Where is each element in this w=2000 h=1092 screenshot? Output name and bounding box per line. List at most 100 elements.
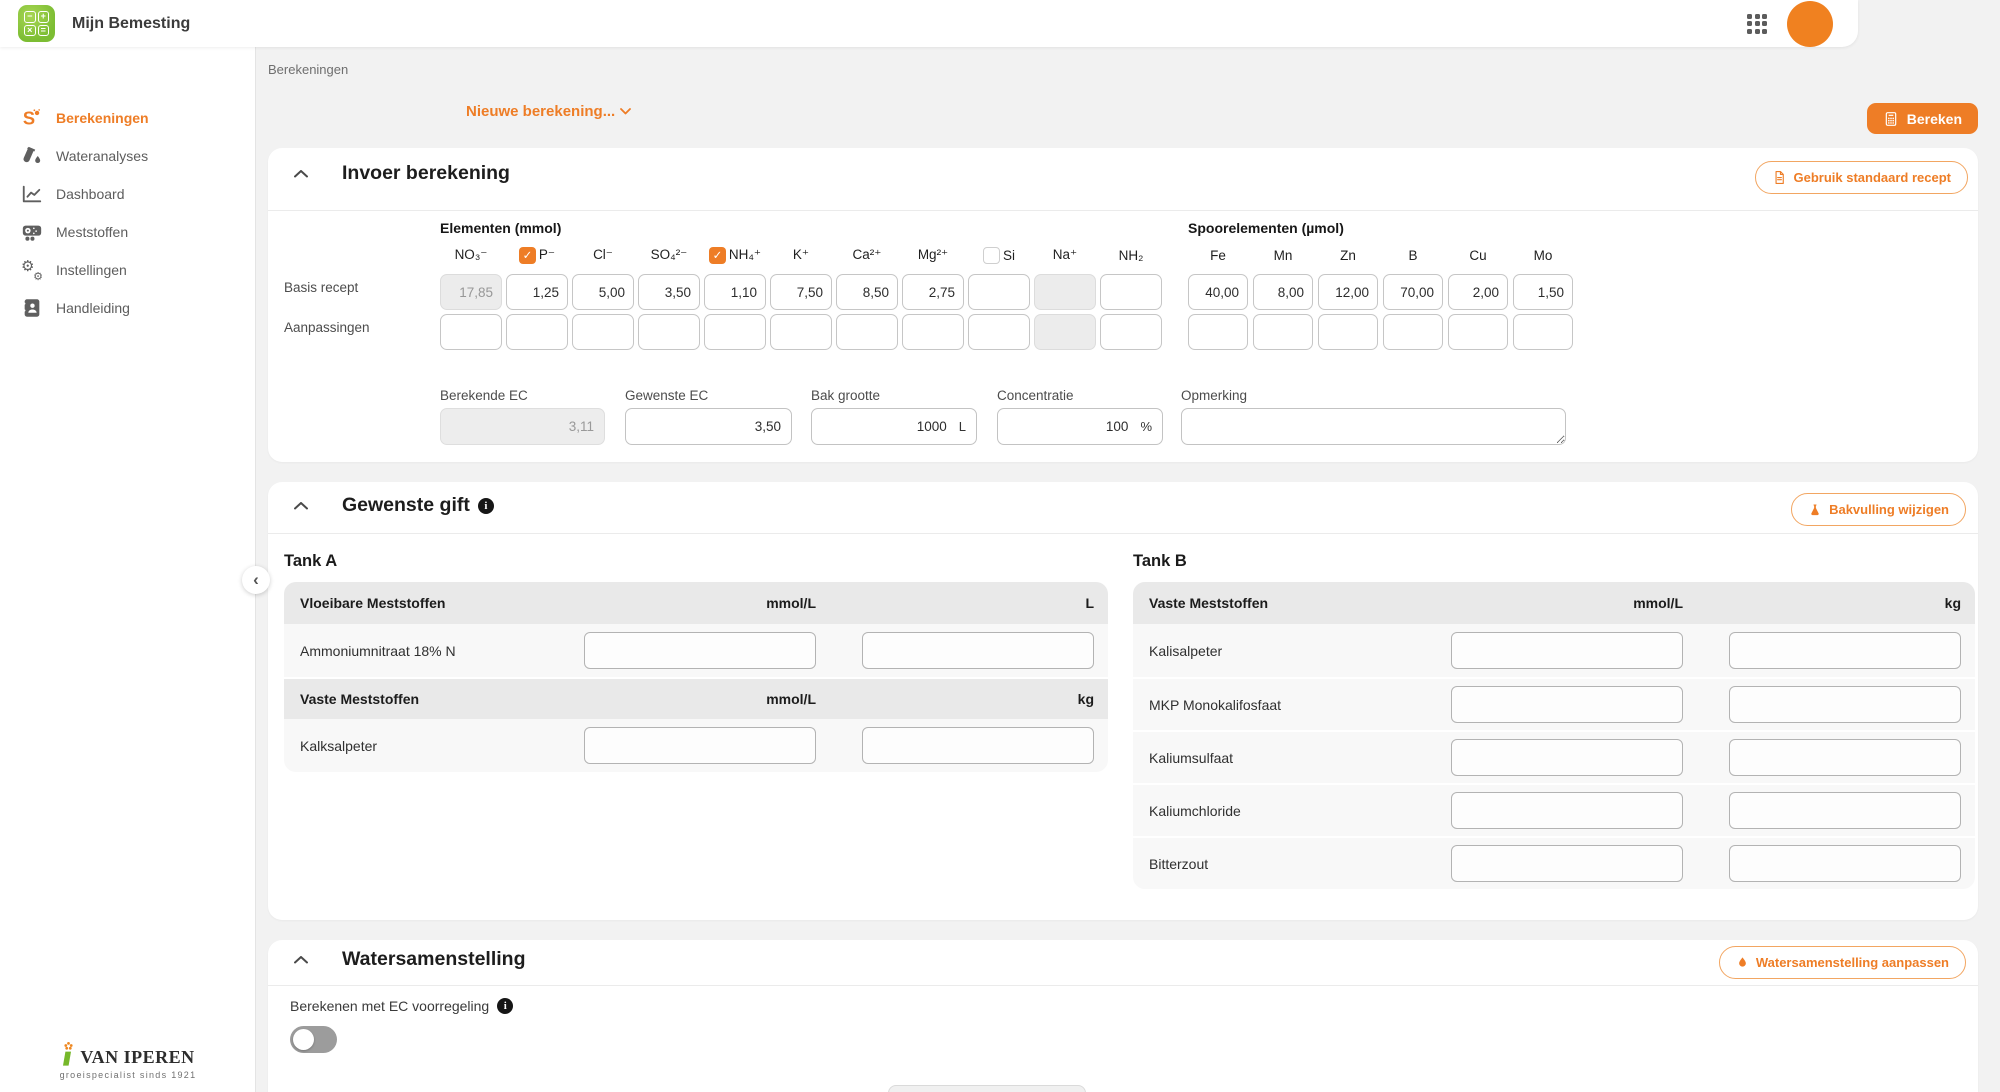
basis-trace-input[interactable] <box>1318 274 1378 310</box>
opmerking-textarea[interactable] <box>1181 408 1566 445</box>
sidebar-item-label: Wateranalyses <box>56 148 148 164</box>
aanpassingen-trace-input[interactable] <box>1448 314 1508 350</box>
collapse-gift-button[interactable] <box>294 502 308 510</box>
sidebar-item-wateranalyses[interactable]: Wateranalyses <box>0 137 255 175</box>
aanpassingen-element-input[interactable] <box>572 314 634 350</box>
sidebar-item-handleiding[interactable]: Handleiding <box>0 289 255 327</box>
aanpassingen-element-input[interactable] <box>638 314 700 350</box>
basis-recept-label: Basis recept <box>284 280 358 295</box>
element-checkbox-checked[interactable] <box>519 247 536 264</box>
basis-trace-input[interactable] <box>1448 274 1508 310</box>
fertilizer-name: Ammoniumnitraat 18% N <box>300 643 538 659</box>
collapse-water-button[interactable] <box>294 956 308 964</box>
info-icon[interactable] <box>497 998 513 1014</box>
basis-trace-input[interactable] <box>1253 274 1313 310</box>
aanpassingen-element-input[interactable] <box>704 314 766 350</box>
aanpassingen-trace-input[interactable] <box>1253 314 1313 350</box>
aanpassingen-element-input[interactable] <box>506 314 568 350</box>
aanpassingen-label: Aanpassingen <box>284 320 370 335</box>
fertilizer-mmol-input[interactable] <box>1451 792 1683 829</box>
fertilizer-amount-input[interactable] <box>862 727 1094 764</box>
calculator-icon <box>1883 111 1899 127</box>
basis-element-input[interactable] <box>506 274 568 310</box>
basis-element-input[interactable] <box>704 274 766 310</box>
basis-trace-input[interactable] <box>1513 274 1573 310</box>
info-icon[interactable] <box>478 498 494 514</box>
element-checkbox-unchecked[interactable] <box>983 247 1000 264</box>
sidebar-collapse-button[interactable] <box>242 566 270 594</box>
fertilizer-amount-input[interactable] <box>1729 686 1961 723</box>
sidebar-item-dashboard[interactable]: Dashboard <box>0 175 255 213</box>
top-header: −+×= Mijn Bemesting <box>0 0 1858 47</box>
dashboard-icon <box>20 182 44 206</box>
collapse-invoer-button[interactable] <box>294 170 308 178</box>
aanpassingen-element-input[interactable] <box>968 314 1030 350</box>
basis-trace-input[interactable] <box>1188 274 1248 310</box>
aanpassingen-trace-input[interactable] <box>1318 314 1378 350</box>
invoer-berekening-card: Invoer berekening Gebruik standaard rece… <box>268 148 1978 462</box>
basis-element-input[interactable] <box>770 274 832 310</box>
basis-element-input[interactable] <box>572 274 634 310</box>
fertilizer-amount-input[interactable] <box>1729 739 1961 776</box>
fertilizer-mmol-input[interactable] <box>1451 686 1683 723</box>
aanpassingen-trace-input[interactable] <box>1383 314 1443 350</box>
new-calculation-dropdown[interactable]: Nieuwe berekening... <box>466 103 631 120</box>
sidebar-item-label: Instellingen <box>56 262 127 278</box>
basis-element-input[interactable] <box>902 274 964 310</box>
basis-trace-input[interactable] <box>1383 274 1443 310</box>
mmol-unit-label: mmol/L <box>766 691 816 707</box>
aanpassingen-element-input[interactable] <box>1100 314 1162 350</box>
concentratie-input[interactable] <box>998 409 1138 444</box>
fertilizer-amount-input[interactable] <box>1729 632 1961 669</box>
fertilizer-mmol-input[interactable] <box>1451 845 1683 882</box>
gewenste-ec-input[interactable] <box>626 409 791 444</box>
fertilizer-mmol-input[interactable] <box>584 632 816 669</box>
calculations-icon: S <box>20 106 44 130</box>
element-checkbox-checked[interactable] <box>709 247 726 264</box>
apps-grid-icon[interactable] <box>1747 14 1767 34</box>
aanpassingen-element-input[interactable] <box>440 314 502 350</box>
use-standard-recipe-button[interactable]: Gebruik standaard recept <box>1755 161 1969 194</box>
element-label: Na⁺ <box>1053 247 1077 263</box>
fertilizer-type-label: Vaste Meststoffen <box>300 691 538 707</box>
trace-elements-group-label: Spoorelementen (µmol) <box>1188 220 1344 236</box>
basis-element-input[interactable] <box>836 274 898 310</box>
fertilizer-name: Kaliumchloride <box>1149 803 1405 819</box>
fertilizer-mmol-input[interactable] <box>584 727 816 764</box>
aanpassingen-element-input[interactable] <box>902 314 964 350</box>
water-analyses-icon <box>20 144 44 168</box>
bakvulling-wijzigen-button[interactable]: Bakvulling wijzigen <box>1791 493 1966 526</box>
trace-column-header: Cu <box>1448 244 1508 266</box>
element-column-header: NH₂ <box>1100 244 1162 266</box>
trace-label: Zn <box>1340 248 1356 263</box>
aanpassingen-trace-input[interactable] <box>1188 314 1248 350</box>
partial-dropdown[interactable] <box>888 1085 1086 1092</box>
toggle-knob <box>293 1029 314 1050</box>
watersamenstelling-aanpassen-label: Watersamenstelling aanpassen <box>1756 955 1949 970</box>
sidebar-item-instellingen[interactable]: Instellingen <box>0 251 255 289</box>
fertilizer-mmol-input[interactable] <box>1451 739 1683 776</box>
bak-grootte-input[interactable] <box>812 409 957 444</box>
fertilizer-mmol-input[interactable] <box>1451 632 1683 669</box>
calculate-button[interactable]: Bereken <box>1867 103 1978 134</box>
fertilizer-amount-input[interactable] <box>862 632 1094 669</box>
fertilizer-name: MKP Monokalifosfaat <box>1149 697 1405 713</box>
sidebar-item-meststoffen[interactable]: Meststoffen <box>0 213 255 251</box>
svg-text:S: S <box>23 107 35 128</box>
sidebar-item-berekeningen[interactable]: SBerekeningen <box>0 99 255 137</box>
basis-element-input[interactable] <box>638 274 700 310</box>
fertilizer-amount-input[interactable] <box>1729 845 1961 882</box>
fertilizer-row: Kaliumchloride <box>1133 783 1975 836</box>
fertilizer-name: Bitterzout <box>1149 856 1405 872</box>
aanpassingen-trace-input[interactable] <box>1513 314 1573 350</box>
fertilizer-amount-input[interactable] <box>1729 792 1961 829</box>
user-avatar[interactable] <box>1787 1 1833 47</box>
aanpassingen-element-input[interactable] <box>770 314 832 350</box>
watersamenstelling-aanpassen-button[interactable]: Watersamenstelling aanpassen <box>1719 946 1966 979</box>
basis-element-input[interactable] <box>968 274 1030 310</box>
new-calculation-label: Nieuwe berekening... <box>466 103 615 120</box>
sidebar-item-label: Meststoffen <box>56 224 128 240</box>
basis-element-input[interactable] <box>1100 274 1162 310</box>
ec-voorregeling-toggle[interactable] <box>290 1026 337 1053</box>
aanpassingen-element-input[interactable] <box>836 314 898 350</box>
